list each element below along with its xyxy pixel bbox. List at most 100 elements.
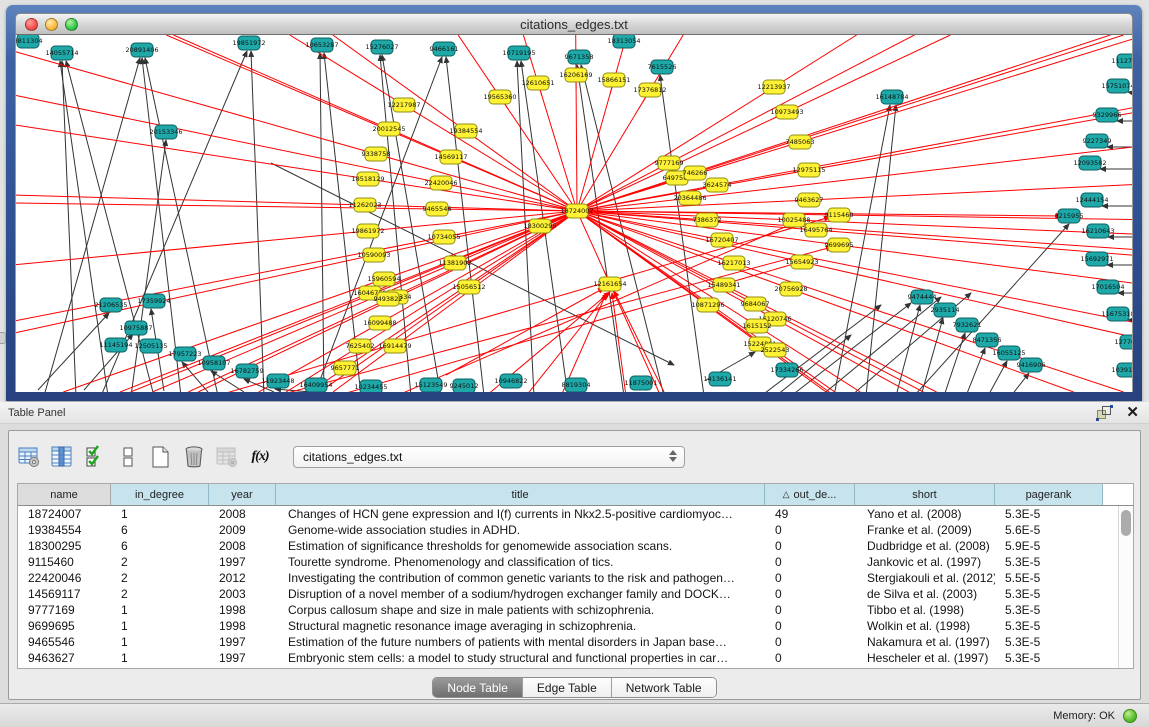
graph-node[interactable]: 16782759 (230, 364, 263, 378)
graph-node[interactable]: 12975115 (792, 163, 825, 177)
graph-node[interactable]: 8819304 (562, 378, 591, 392)
delete-table-icon[interactable] (182, 445, 206, 469)
table-row[interactable]: 969969511998Structural magnetic resonanc… (18, 618, 1133, 634)
graph-node[interactable]: 10653287 (305, 38, 338, 52)
graph-node[interactable]: 8811304 (16, 35, 42, 48)
float-panel-icon[interactable] (1097, 406, 1112, 420)
graph-node[interactable]: 10946822 (494, 374, 527, 388)
graph-node[interactable]: 12770345 (1114, 335, 1133, 349)
table-settings-icon[interactable] (17, 445, 41, 469)
graph-node[interactable]: 12217987 (387, 98, 420, 112)
select-column-icon[interactable] (50, 445, 74, 469)
graph-node[interactable]: 19861972 (351, 224, 384, 238)
select-all-icon[interactable] (83, 445, 107, 469)
zoom-light-icon[interactable] (65, 18, 78, 31)
graph-node[interactable]: 11262023 (348, 198, 381, 212)
graph-node[interactable]: 16148784 (875, 90, 908, 104)
graph-node[interactable]: 15751074 (1101, 79, 1133, 93)
graph-node[interactable]: 7386372 (693, 213, 722, 227)
column-header-short[interactable]: short (855, 484, 995, 505)
collapsed-panel-handle[interactable] (0, 332, 6, 344)
graph-node[interactable]: 16210643 (1081, 224, 1114, 238)
table-row[interactable]: 911546021997Tourette syndrome. Phenomeno… (18, 554, 1133, 570)
graph-node[interactable]: 10871296 (691, 298, 724, 312)
window-titlebar[interactable]: citations_edges.txt (15, 13, 1133, 35)
tab-network-table[interactable]: Network Table (612, 678, 716, 697)
graph-node[interactable]: 746266 (683, 166, 708, 180)
graph-node[interactable]: 19851972 (232, 36, 265, 50)
graph-node[interactable]: 19565360 (483, 90, 516, 104)
graph-node[interactable]: 17016504 (1091, 280, 1124, 294)
graph-node[interactable]: 9338758 (362, 147, 391, 161)
graph-node[interactable]: 3624574 (703, 178, 732, 192)
graph-node[interactable]: 14055714 (45, 46, 78, 60)
graph-node[interactable]: 7625402 (346, 339, 375, 353)
graph-node[interactable]: 16206169 (559, 68, 592, 82)
graph-node[interactable]: 15866151 (597, 73, 630, 87)
graph-node[interactable]: 10391313 (1111, 363, 1133, 377)
graph-node[interactable]: 10975887 (119, 321, 152, 335)
graph-node[interactable]: 2522543 (761, 343, 790, 357)
graph-node[interactable]: 14136141 (703, 372, 736, 386)
graph-node[interactable]: 12444154 (1075, 193, 1108, 207)
table-row[interactable]: 2242004622012Investigating the contribut… (18, 570, 1133, 586)
graph-node[interactable]: 9227349 (1083, 134, 1112, 148)
graph-node[interactable]: 15489341 (707, 278, 740, 292)
column-header-pagerank[interactable]: pagerank (995, 484, 1103, 505)
graph-node[interactable]: 12093582 (1073, 156, 1106, 170)
table-row[interactable]: 977716911998Corpus callosum shape and si… (18, 602, 1133, 618)
graph-node[interactable]: 15960594 (367, 272, 400, 286)
tab-edge-table[interactable]: Edge Table (523, 678, 612, 697)
graph-node[interactable]: 7932621 (953, 318, 982, 332)
graph-node[interactable]: 2935114 (931, 303, 960, 317)
graph-node[interactable]: 16099488 (363, 316, 396, 330)
graph-node[interactable]: 7485063 (786, 135, 815, 149)
graph-node[interactable]: 1615152 (743, 319, 772, 333)
network-graph[interactable]: 8811304140557142089140619851972106532871… (16, 35, 1133, 392)
graph-node[interactable]: 9463627 (795, 193, 824, 207)
graph-node[interactable]: 7615526 (648, 60, 677, 74)
graph-node[interactable]: 11675310 (1101, 307, 1133, 321)
graph-node[interactable]: 18313054 (607, 35, 640, 48)
graph-node[interactable]: 16217013 (717, 256, 750, 270)
graph-node[interactable]: 15276027 (365, 40, 398, 54)
minimize-light-icon[interactable] (45, 18, 58, 31)
graph-node[interactable]: 9115460 (825, 208, 854, 222)
table-selector-dropdown[interactable]: citations_edges.txt (293, 446, 685, 468)
graph-node[interactable]: 20153346 (149, 125, 182, 139)
table-row[interactable]: 1830029562008Estimation of significance … (18, 538, 1133, 554)
table-row[interactable]: 1938455462009Genome-wide association stu… (18, 522, 1133, 538)
tab-node-table[interactable]: Node Table (433, 678, 523, 697)
graph-node[interactable]: 8471356 (973, 333, 1002, 347)
graph-node[interactable]: 20756928 (774, 282, 807, 296)
graph-node[interactable]: 9245012 (450, 379, 479, 392)
new-table-icon[interactable] (149, 445, 173, 469)
graph-node[interactable]: 11923448 (261, 374, 294, 388)
graph-node[interactable]: 17334266 (770, 363, 803, 377)
graph-node[interactable]: 12610651 (521, 76, 554, 90)
unselect-all-icon[interactable] (116, 445, 140, 469)
graph-node[interactable]: 12161654 (593, 277, 626, 291)
network-canvas[interactable]: 8811304140557142089140619851972106532871… (15, 35, 1133, 392)
column-header-title[interactable]: title (276, 484, 765, 505)
graph-node[interactable]: 9416906 (1017, 358, 1046, 372)
graph-node[interactable]: 9493822 (374, 292, 403, 306)
graph-node[interactable]: 9474444 (908, 290, 937, 304)
table-vertical-scrollbar[interactable] (1118, 506, 1133, 668)
close-panel-icon[interactable]: ✕ (1126, 406, 1139, 420)
function-builder-icon[interactable]: f(x) (248, 445, 272, 469)
column-header-year[interactable]: year (209, 484, 276, 505)
table-row[interactable]: 946554611997Estimation of the future num… (18, 634, 1133, 650)
graph-node[interactable]: 15654923 (785, 255, 818, 269)
column-header-name[interactable]: name (18, 484, 111, 505)
table-row[interactable]: 946362711997Embryonic stem cells: a mode… (18, 650, 1133, 666)
scrollbar-thumb[interactable] (1121, 510, 1131, 536)
graph-node[interactable]: 9657771 (331, 361, 360, 375)
graph-node[interactable]: 9699695 (825, 238, 854, 252)
graph-node[interactable]: 11127489 (1111, 54, 1133, 68)
graph-node[interactable]: 9671358 (565, 50, 594, 64)
table-row[interactable]: 1872400712008Changes of HCN gene express… (18, 506, 1133, 522)
graph-node[interactable]: 10958107 (197, 356, 230, 370)
graph-node[interactable]: 12213937 (757, 80, 790, 94)
close-light-icon[interactable] (25, 18, 38, 31)
